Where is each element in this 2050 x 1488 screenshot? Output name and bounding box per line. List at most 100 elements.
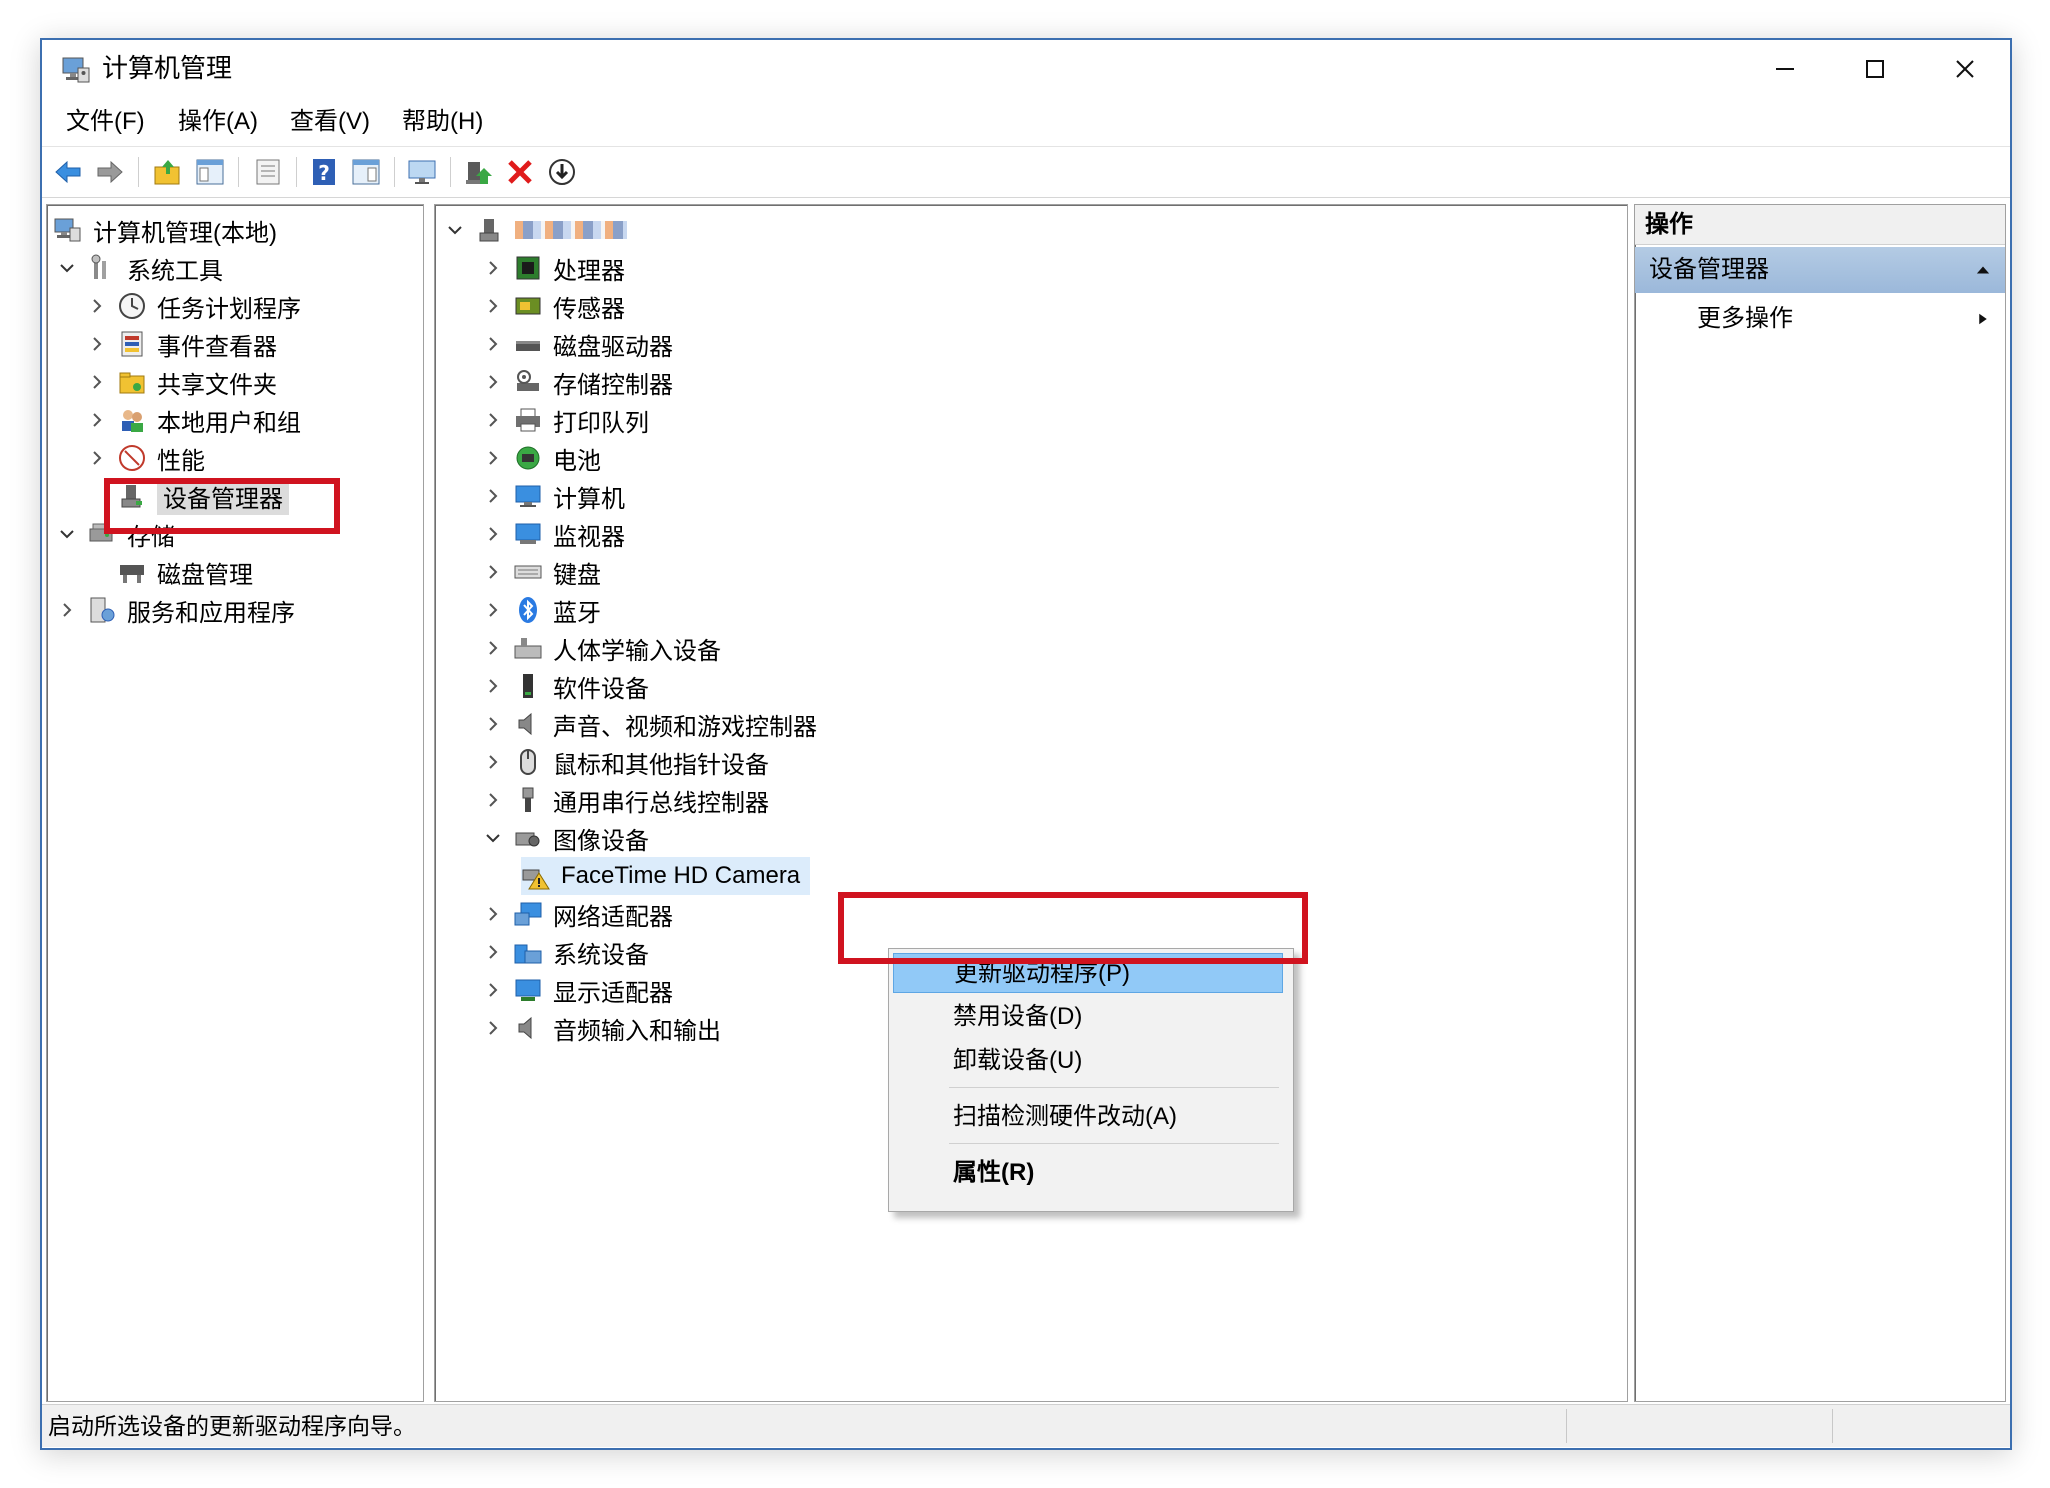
printer-icon xyxy=(513,405,543,435)
update-driver-button[interactable] xyxy=(460,154,496,190)
chevron-right-icon[interactable] xyxy=(483,448,503,468)
mouse-icon xyxy=(513,747,543,777)
chevron-right-icon[interactable] xyxy=(483,714,503,734)
tree-item-keyboards[interactable]: 键盘 xyxy=(483,553,601,591)
chevron-right-icon[interactable] xyxy=(483,372,503,392)
show-action-pane-button[interactable] xyxy=(348,154,384,190)
speaker-icon xyxy=(513,709,543,739)
tree-item-event-viewer[interactable]: 事件查看器 xyxy=(87,325,277,363)
ctx-properties[interactable]: 属性(R) xyxy=(893,1153,1283,1193)
forward-button[interactable] xyxy=(92,154,128,190)
users-icon xyxy=(117,405,147,435)
tree-item-system-tools[interactable]: 系统工具 xyxy=(57,249,223,287)
tree-item-disk-management[interactable]: 磁盘管理 xyxy=(117,553,253,591)
tree-item-mice[interactable]: 鼠标和其他指针设备 xyxy=(483,743,769,781)
properties-button[interactable] xyxy=(250,154,286,190)
chevron-right-icon[interactable] xyxy=(483,486,503,506)
chevron-right-icon[interactable] xyxy=(483,258,503,278)
tree-item-label: 蓝牙 xyxy=(553,599,601,627)
forward-icon xyxy=(97,160,123,184)
computer-monitor-icon xyxy=(513,481,543,511)
chevron-right-icon[interactable] xyxy=(483,600,503,620)
back-button[interactable] xyxy=(50,154,86,190)
chevron-right-icon[interactable] xyxy=(483,410,503,430)
chevron-right-icon[interactable] xyxy=(87,334,107,354)
maximize-button[interactable] xyxy=(1830,40,1920,98)
tree-item-storage-controllers[interactable]: 存储控制器 xyxy=(483,363,673,401)
more-actions-item[interactable]: 更多操作 xyxy=(1635,299,2005,339)
uninstall-button[interactable] xyxy=(502,154,538,190)
tree-item-performance[interactable]: 性能 xyxy=(87,439,205,477)
tree-item-software-devices[interactable]: 软件设备 xyxy=(483,667,649,705)
actions-section-device-manager[interactable]: 设备管理器 xyxy=(1635,247,2005,293)
ctx-uninstall-device[interactable]: 卸载设备(U) xyxy=(893,1041,1283,1081)
close-button[interactable] xyxy=(1920,40,2010,98)
monitor-icon xyxy=(408,160,436,184)
monitor-icon xyxy=(513,519,543,549)
tree-item-computer-management[interactable]: 计算机管理(本地) xyxy=(53,211,277,249)
tree-item-computer-root[interactable] xyxy=(445,211,627,249)
tree-item-shared-folders[interactable]: 共享文件夹 xyxy=(87,363,277,401)
tree-item-disk-drives[interactable]: 磁盘驱动器 xyxy=(483,325,673,363)
collapse-up-icon[interactable] xyxy=(1975,263,1991,277)
tree-item-imaging-devices[interactable]: 图像设备 xyxy=(483,819,649,857)
chevron-right-icon[interactable] xyxy=(483,638,503,658)
chevron-right-icon[interactable] xyxy=(87,410,107,430)
monitor-button[interactable] xyxy=(404,154,440,190)
chevron-right-icon[interactable] xyxy=(483,296,503,316)
tree-item-sensors[interactable]: 传感器 xyxy=(483,287,625,325)
menu-view[interactable]: 查看(V) xyxy=(280,106,380,138)
tree-item-audio-io[interactable]: 音频输入和输出 xyxy=(483,1009,721,1047)
chevron-right-icon[interactable] xyxy=(483,942,503,962)
processor-icon xyxy=(513,253,543,283)
tree-item-services-applications[interactable]: 服务和应用程序 xyxy=(57,591,295,629)
chevron-right-icon[interactable] xyxy=(57,600,77,620)
tree-item-print-queues[interactable]: 打印队列 xyxy=(483,401,649,439)
menu-file[interactable]: 文件(F) xyxy=(56,106,155,138)
tree-item-batteries[interactable]: 电池 xyxy=(483,439,601,477)
chevron-down-icon[interactable] xyxy=(57,258,77,278)
tree-item-usb-controllers[interactable]: 通用串行总线控制器 xyxy=(483,781,769,819)
chevron-right-icon[interactable] xyxy=(483,562,503,582)
tree-item-processor[interactable]: 处理器 xyxy=(483,249,625,287)
battery-icon xyxy=(513,443,543,473)
tree-item-hid[interactable]: 人体学输入设备 xyxy=(483,629,721,667)
tree-item-display-adapters[interactable]: 显示适配器 xyxy=(483,971,673,1009)
chevron-right-icon[interactable] xyxy=(483,752,503,772)
chevron-right-icon[interactable] xyxy=(483,980,503,1000)
tree-item-monitors[interactable]: 监视器 xyxy=(483,515,625,553)
chevron-down-icon[interactable] xyxy=(445,220,465,240)
tree-item-network-adapters[interactable]: 网络适配器 xyxy=(483,895,673,933)
scan-hardware-button[interactable] xyxy=(544,154,580,190)
tree-item-local-users-groups[interactable]: 本地用户和组 xyxy=(87,401,301,439)
ctx-scan-hardware[interactable]: 扫描检测硬件改动(A) xyxy=(893,1097,1283,1137)
help-button[interactable]: ? xyxy=(306,154,342,190)
chevron-right-icon[interactable] xyxy=(483,790,503,810)
chevron-down-icon[interactable] xyxy=(57,524,77,544)
chevron-right-icon[interactable] xyxy=(483,1018,503,1038)
chevron-right-icon[interactable] xyxy=(483,524,503,544)
minimize-button[interactable] xyxy=(1740,40,1830,98)
chevron-right-icon[interactable] xyxy=(483,334,503,354)
tree-item-system-devices[interactable]: 系统设备 xyxy=(483,933,649,971)
toolbar-separator xyxy=(138,157,139,187)
tree-item-computer[interactable]: 计算机 xyxy=(483,477,625,515)
tree-item-task-scheduler[interactable]: 任务计划程序 xyxy=(87,287,301,325)
tree-item-sound-video-game[interactable]: 声音、视频和游戏控制器 xyxy=(483,705,817,743)
chevron-right-icon[interactable] xyxy=(483,904,503,924)
show-action-pane-icon xyxy=(352,159,380,185)
tree-item-bluetooth[interactable]: 蓝牙 xyxy=(483,591,601,629)
menu-help[interactable]: 帮助(H) xyxy=(392,106,493,138)
chevron-right-icon[interactable] xyxy=(87,372,107,392)
chevron-right-icon[interactable] xyxy=(87,296,107,316)
up-folder-button[interactable] xyxy=(150,154,186,190)
chevron-right-icon[interactable] xyxy=(87,448,107,468)
toolbar-separator xyxy=(394,157,395,187)
show-tree-button[interactable] xyxy=(192,154,228,190)
chevron-down-icon[interactable] xyxy=(483,828,503,848)
ctx-disable-device[interactable]: 禁用设备(D) xyxy=(893,997,1283,1037)
tree-item-facetime-camera[interactable]: FaceTime HD Camera xyxy=(521,857,811,895)
chevron-right-icon[interactable] xyxy=(483,676,503,696)
disk-management-icon xyxy=(117,557,147,587)
menu-action[interactable]: 操作(A) xyxy=(168,106,268,138)
